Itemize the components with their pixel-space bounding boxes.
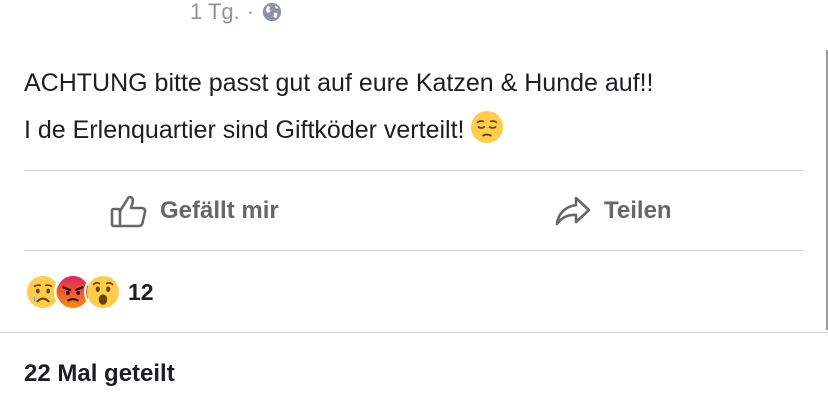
- share-label: Teilen: [604, 196, 672, 224]
- globe-icon: [261, 1, 283, 23]
- post-message: ACHTUNG bitte passt gut auf eure Katzen …: [24, 60, 814, 160]
- post-card: 1 Tg. · ACHTUNG bitte passt gut auf eure…: [0, 0, 828, 411]
- post-timestamp[interactable]: 1 Tg.: [190, 0, 240, 25]
- divider-middle: [24, 250, 804, 251]
- wow-reaction-icon: [84, 273, 122, 311]
- post-text-line-2: I de Erlenquartier sind Giftköder vertei…: [24, 107, 814, 160]
- action-bar: Gefällt mir Teilen: [24, 171, 804, 250]
- like-button[interactable]: Gefällt mir: [110, 171, 279, 250]
- share-count[interactable]: 22 Mal geteilt: [24, 360, 175, 388]
- share-button[interactable]: Teilen: [554, 171, 672, 250]
- pensive-face-emoji-icon: [470, 110, 504, 160]
- divider-bottom: [0, 332, 828, 333]
- share-arrow-icon: [554, 195, 604, 227]
- like-label: Gefällt mir: [160, 196, 279, 224]
- reactions-summary[interactable]: 12: [24, 273, 154, 311]
- post-meta: 1 Tg. ·: [190, 0, 283, 26]
- reaction-count: 12: [128, 278, 154, 305]
- post-text-line-1: ACHTUNG bitte passt gut auf eure Katzen …: [24, 69, 654, 97]
- meta-separator: ·: [246, 0, 255, 24]
- thumbs-up-icon: [110, 194, 160, 228]
- post-text-line-2-text: I de Erlenquartier sind Giftköder vertei…: [24, 116, 465, 144]
